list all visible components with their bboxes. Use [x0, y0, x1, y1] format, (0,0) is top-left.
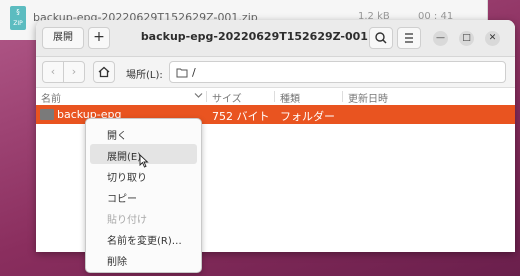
zip-file-icon: § ZIP — [10, 6, 26, 30]
column-headers: 名前 サイズ 種類 更新日時 — [36, 88, 515, 105]
menu-item-copy[interactable]: コピー — [90, 186, 197, 206]
main-menu-button[interactable] — [397, 27, 421, 49]
window-title: backup-epg-20220629T152629Z-001.zip — [140, 30, 391, 43]
location-label: 場所(L): — [126, 70, 163, 81]
folder-icon — [176, 68, 188, 78]
header-bar: 展開 + backup-epg-20220629T152629Z-001.zip… — [36, 20, 515, 57]
row-type: フォルダー — [280, 110, 335, 123]
column-type[interactable]: 種類 — [280, 90, 300, 105]
back-button[interactable]: ‹ — [42, 61, 64, 83]
search-icon — [375, 32, 387, 44]
column-separator — [342, 91, 343, 102]
column-size[interactable]: サイズ — [212, 90, 242, 105]
hamburger-menu-icon — [405, 33, 413, 43]
location-toolbar: ‹ › 場所(L): / — [36, 57, 515, 88]
context-menu: 開く 展開(E) 切り取り コピー 貼り付け 名前を変更(R)… 削除 — [85, 118, 202, 273]
menu-item-delete[interactable]: 削除 — [90, 249, 197, 269]
column-name[interactable]: 名前 — [41, 90, 61, 105]
maximize-button[interactable]: □ — [459, 31, 474, 46]
home-icon — [98, 66, 110, 78]
folder-icon — [40, 109, 54, 120]
forward-button[interactable]: › — [63, 61, 85, 83]
close-button[interactable]: ✕ — [485, 31, 500, 46]
home-button[interactable] — [93, 61, 115, 83]
minimize-button[interactable]: — — [433, 31, 448, 46]
sort-chevron-down-icon — [194, 93, 203, 98]
menu-item-open[interactable]: 開く — [90, 123, 197, 143]
location-path: / — [192, 66, 196, 79]
column-modified[interactable]: 更新日時 — [348, 90, 388, 105]
mouse-pointer-icon — [139, 154, 149, 168]
menu-item-rename[interactable]: 名前を変更(R)… — [90, 228, 197, 248]
add-files-button[interactable]: + — [88, 27, 110, 49]
location-field[interactable]: / — [169, 61, 506, 83]
column-separator — [206, 91, 207, 102]
row-size: 752 バイト — [212, 110, 270, 123]
menu-item-paste[interactable]: 貼り付け — [90, 207, 197, 227]
extract-button[interactable]: 展開 — [42, 27, 84, 49]
column-separator — [274, 91, 275, 102]
search-button[interactable] — [369, 27, 393, 49]
menu-item-cut[interactable]: 切り取り — [90, 165, 197, 185]
